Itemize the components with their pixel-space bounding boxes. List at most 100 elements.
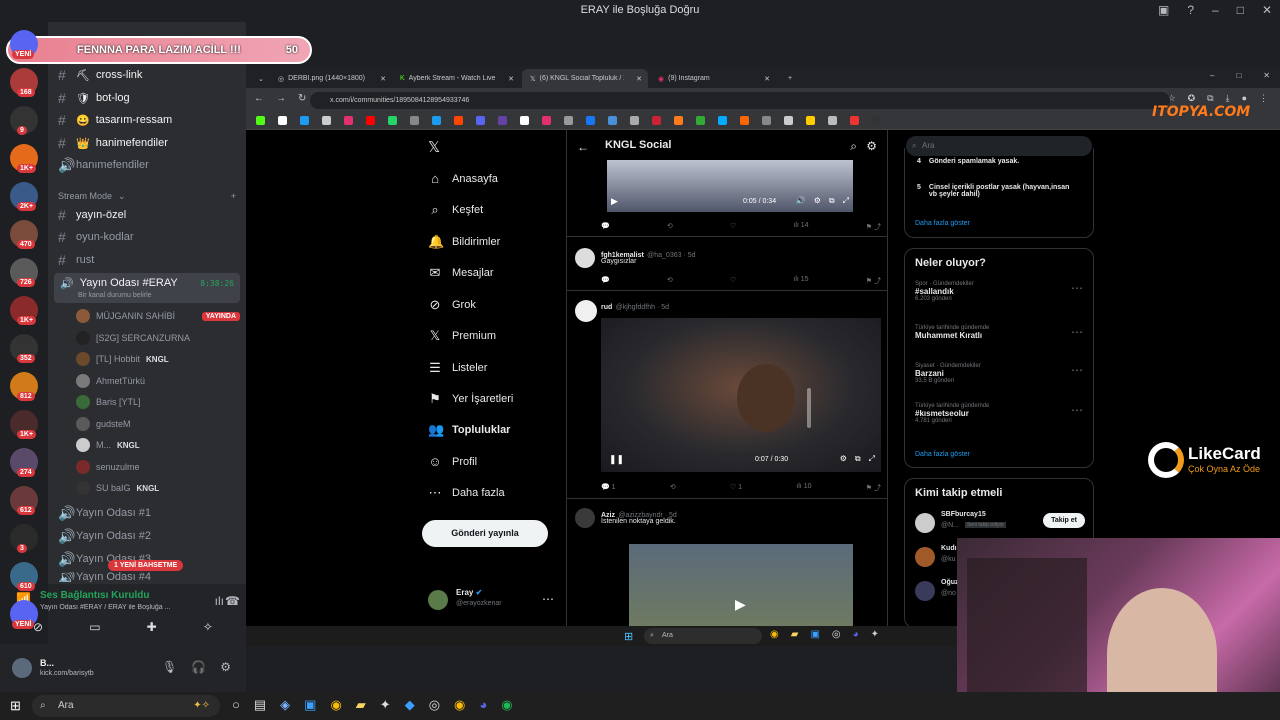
trend-item[interactable]: Spor · Gündemdekiler #sallandık 6.203 gönd…	[915, 281, 1083, 302]
share-icons[interactable]: ⚑ ⤴	[866, 276, 881, 286]
back-icon[interactable]: ←	[577, 140, 589, 154]
spotify-icon[interactable]: ◉	[501, 697, 512, 713]
channel-cross-link[interactable]: # ⛏ cross-link	[54, 65, 240, 85]
new-mention-badge[interactable]: 1 YENİ BAHSETME	[108, 560, 184, 571]
voice-channel-hanimefendiler[interactable]: 🔊 hanımefendiler	[54, 155, 240, 175]
bookmark-icon[interactable]	[696, 116, 705, 125]
bookmark-icon[interactable]	[454, 116, 463, 125]
voice-room-4[interactable]: 🔊 Yayın Odası #4	[54, 572, 240, 582]
bookmark-icon[interactable]	[542, 116, 551, 125]
microphone-icon[interactable]: 🎙	[162, 660, 177, 674]
pause-icon[interactable]: ❚❚	[609, 454, 624, 465]
avatar[interactable]	[12, 658, 32, 678]
trend-item[interactable]: Türkiye tarihinde gündemde Muhammet Kırat…	[915, 325, 1083, 340]
reply-icon[interactable]: 💬	[601, 222, 610, 232]
bookmark-icon[interactable]	[498, 116, 507, 125]
bookmark-icon[interactable]	[476, 116, 485, 125]
trend-item[interactable]: Siyaset · Gündemdekiler Barzani 33,5 B gön…	[915, 363, 1083, 384]
bookmark-icon[interactable]	[718, 116, 727, 125]
taskbar-search[interactable]: ⌕ Ara ✦✧	[32, 695, 220, 717]
retweet-icon[interactable]: ⟲	[670, 483, 676, 493]
close-icon[interactable]: ✕	[508, 75, 514, 83]
copilot-icon[interactable]: ◈	[280, 697, 290, 713]
follow-suggestion[interactable]: Oğuz @no	[915, 579, 959, 603]
headphones-icon[interactable]: 🎧	[191, 660, 206, 674]
more-icon[interactable]: ⋯	[1071, 363, 1083, 377]
voice-user[interactable]: senuzulme	[76, 457, 240, 477]
bookmark-icon[interactable]	[300, 116, 309, 125]
puzzle-icon[interactable]: ⧉	[1207, 93, 1213, 104]
maximize-icon[interactable]: □	[1237, 3, 1244, 17]
voice-user[interactable]: MÜJGANIN SAHİBİ YAYINDA	[76, 306, 240, 326]
voice-user[interactable]: SU baIG KNGL	[76, 478, 240, 498]
fullscreen-icon[interactable]: ⤢	[843, 196, 849, 206]
follow-suggestion[interactable]: SBFburcay15 @N... Seni takip ediyor Taki…	[915, 511, 1085, 535]
steam-icon[interactable]: ✦	[871, 629, 879, 640]
like-icon[interactable]: ♡ 1	[730, 483, 742, 493]
pip-icon[interactable]: ⧉	[855, 454, 861, 464]
voice-room-eray[interactable]: 🔊 Yayın Odası #ERAY 8:38:26 Bir kanal dur…	[54, 273, 240, 303]
video-player-1[interactable]: ▶ 0:05 / 0:34 🔊 ⚙ ⧉ ⤢	[607, 160, 853, 212]
disconnect-icon[interactable]: ☎	[225, 594, 240, 608]
nav-messages[interactable]: ✉ Mesajlar	[428, 265, 494, 281]
vscode-icon[interactable]: ◆	[405, 697, 415, 713]
folder-icon[interactable]: ▰	[356, 697, 366, 713]
chrome-alt-icon[interactable]: ◉	[454, 697, 465, 713]
task-view-icon[interactable]: ○	[232, 697, 240, 713]
gear-icon[interactable]: ⚙	[220, 660, 231, 674]
follow-button[interactable]: Takip et	[1043, 513, 1085, 528]
bookmark-icon[interactable]	[762, 116, 771, 125]
chrome-icon[interactable]: ◉	[770, 629, 779, 640]
nav-notifications[interactable]: 🔔 Bildirimler	[428, 234, 500, 250]
voice-user[interactable]: [TL] Hobbit KNGL	[76, 349, 240, 369]
video-thumbnail-3[interactable]: ▶	[629, 544, 853, 626]
bookmark-icon[interactable]	[432, 116, 441, 125]
pip-icon[interactable]: ⧉	[829, 196, 835, 206]
voice-user[interactable]: [S2G] SERCANZURNA	[76, 328, 240, 348]
noise-icon[interactable]: ılı	[215, 594, 224, 608]
add-channel-icon[interactable]: +	[231, 191, 236, 201]
post-button[interactable]: Gönderi yayınla	[422, 520, 548, 547]
search-icon[interactable]: ⌕	[850, 139, 857, 154]
tab-instagram[interactable]: ◉ (9) Instagram ✕	[650, 69, 776, 88]
nav-profile[interactable]: ☺ Profil	[428, 454, 477, 469]
tab-derbi[interactable]: ◎ DERBI.png (1440×1800) ✕	[270, 69, 392, 88]
folder-icon[interactable]: ▰	[791, 629, 799, 640]
download-icon[interactable]: ⤓	[1226, 93, 1230, 104]
close-icon[interactable]: ✕	[380, 75, 386, 83]
bookmark-icon[interactable]	[652, 116, 661, 125]
bookmark-icon[interactable]	[674, 116, 683, 125]
minimize-icon[interactable]: –	[1212, 3, 1219, 17]
close-icon[interactable]: ✕	[636, 75, 642, 83]
bookmark-icon[interactable]	[828, 116, 837, 125]
voice-user[interactable]: AhmetTürkü	[76, 371, 240, 391]
bookmark-icon[interactable]	[344, 116, 353, 125]
nav-communities[interactable]: 👥 Topluluklar	[428, 422, 510, 438]
maximize-icon[interactable]: □	[1236, 71, 1241, 80]
video-player-2[interactable]: ❚❚ 0:07 / 0:30 ⚙ ⧉ ⤢	[601, 318, 881, 472]
more-icon[interactable]: ⋯	[1071, 325, 1083, 339]
follow-suggestion[interactable]: Kudı @ku	[915, 545, 957, 569]
forward-icon[interactable]: →	[276, 93, 286, 104]
close-icon[interactable]: ✕	[764, 75, 770, 83]
discord-icon[interactable]: ◕	[479, 697, 487, 713]
inbox-icon[interactable]: ▣	[1158, 3, 1169, 17]
nav-premium[interactable]: 𝕏 Premium	[428, 328, 496, 344]
nav-explore[interactable]: ⌕ Keşfet	[428, 202, 483, 218]
channel-bot-log[interactable]: # 🛡 bot-log	[54, 88, 240, 108]
bookmark-icon[interactable]	[740, 116, 749, 125]
fullscreen-icon[interactable]: ⤢	[869, 454, 875, 464]
steam-icon[interactable]: ✦	[380, 697, 391, 713]
bookmark-icon[interactable]	[564, 116, 573, 125]
taskbar-search[interactable]: ⌕ Ara	[644, 628, 762, 644]
retweet-icon[interactable]: ⟲	[667, 276, 673, 286]
widgets-icon[interactable]: ▤	[254, 697, 266, 713]
voice-user[interactable]: M... KNGL	[76, 435, 240, 455]
like-icon[interactable]: ♡	[730, 276, 736, 286]
bookmark-icon[interactable]	[278, 116, 287, 125]
address-bar[interactable]: x.com/i/communities/1895084128954933746	[310, 92, 1170, 109]
voice-room-2[interactable]: 🔊 Yayın Odası #2	[54, 526, 240, 546]
views-icon[interactable]: ılı 15	[793, 276, 808, 286]
reload-icon[interactable]: ↻	[298, 93, 306, 104]
settings-icon[interactable]: ⚙	[814, 196, 821, 206]
